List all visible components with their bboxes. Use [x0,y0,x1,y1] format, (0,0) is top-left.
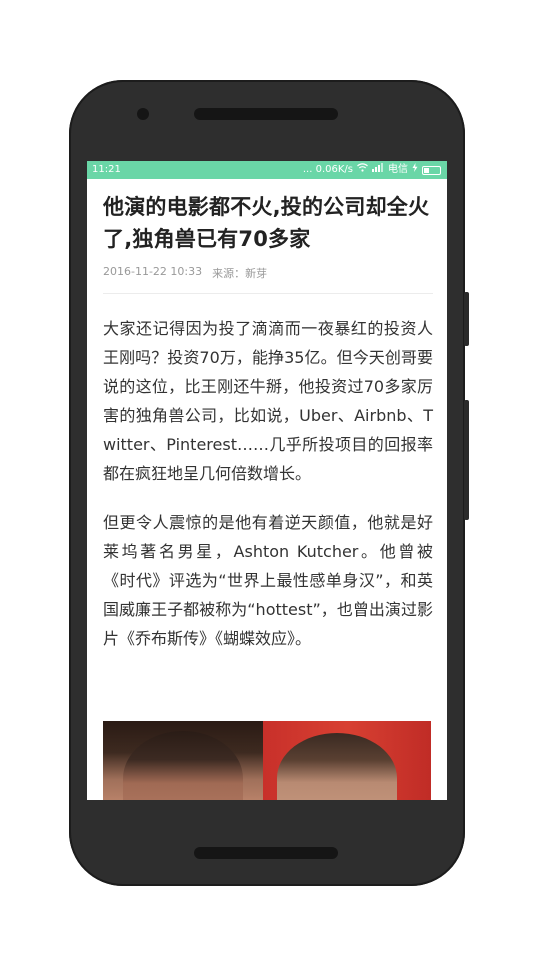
battery-icon [422,165,441,175]
article-source: 来源：新芽 [212,267,268,280]
article-paragraph: 但更令人震惊的是他有着逆天颜值，他就是好莱坞著名男星，Ashton Kutche… [103,513,433,648]
article-content: 他演的电影都不火,投的公司却全火了,独角兽已有70多家 2016-11-22 1… [103,191,433,653]
status-time: 11:21 [92,164,121,175]
photo-left [103,721,263,800]
wifi-icon [357,161,368,179]
front-camera [137,108,149,120]
status-bar: 11:21 ... 0.06K/s 电信 [87,161,447,179]
status-right: ... 0.06K/s 电信 [303,161,441,179]
power-button [464,292,469,346]
screen: 11:21 ... 0.06K/s 电信 他演的电影都不火,投的公司却全火了,独… [87,161,447,800]
article-meta: 2016-11-22 10:33 来源：新芽 [103,265,433,294]
signal-icon [372,161,384,179]
network-speed: ... 0.06K/s [302,164,353,175]
photo-right [263,721,431,800]
carrier-label: 电信 [388,164,408,175]
bottom-speaker [194,847,338,859]
article-date: 2016-11-22 10:33 [103,265,203,278]
top-speaker [194,108,338,120]
article-title: 他演的电影都不火,投的公司却全火了,独角兽已有70多家 [103,195,430,251]
article-image [103,721,431,800]
charging-icon [412,161,418,179]
article-paragraph: 大家还记得因为投了滴滴而一夜暴红的投资人王刚吗？投资70万，能挣35亿。但今天创… [103,319,433,483]
volume-button [464,400,469,520]
